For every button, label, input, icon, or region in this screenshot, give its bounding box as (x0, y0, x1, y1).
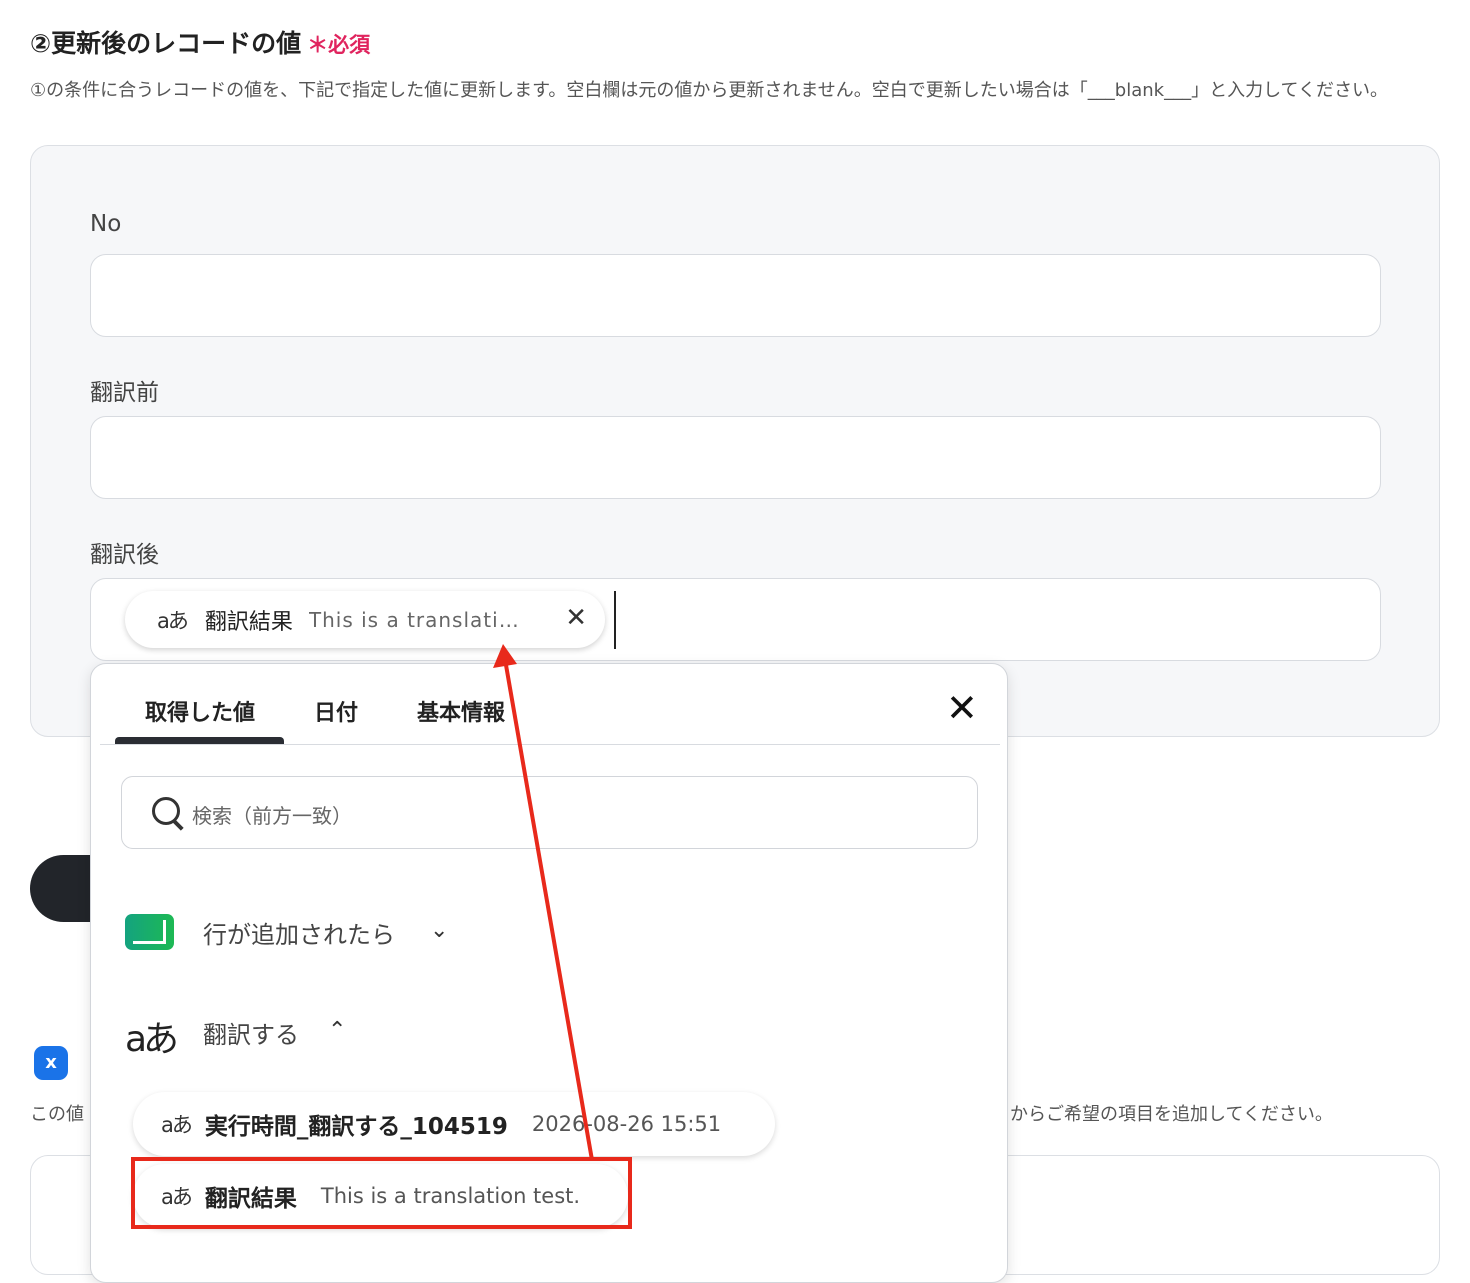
annotation-arrow (493, 644, 594, 1161)
